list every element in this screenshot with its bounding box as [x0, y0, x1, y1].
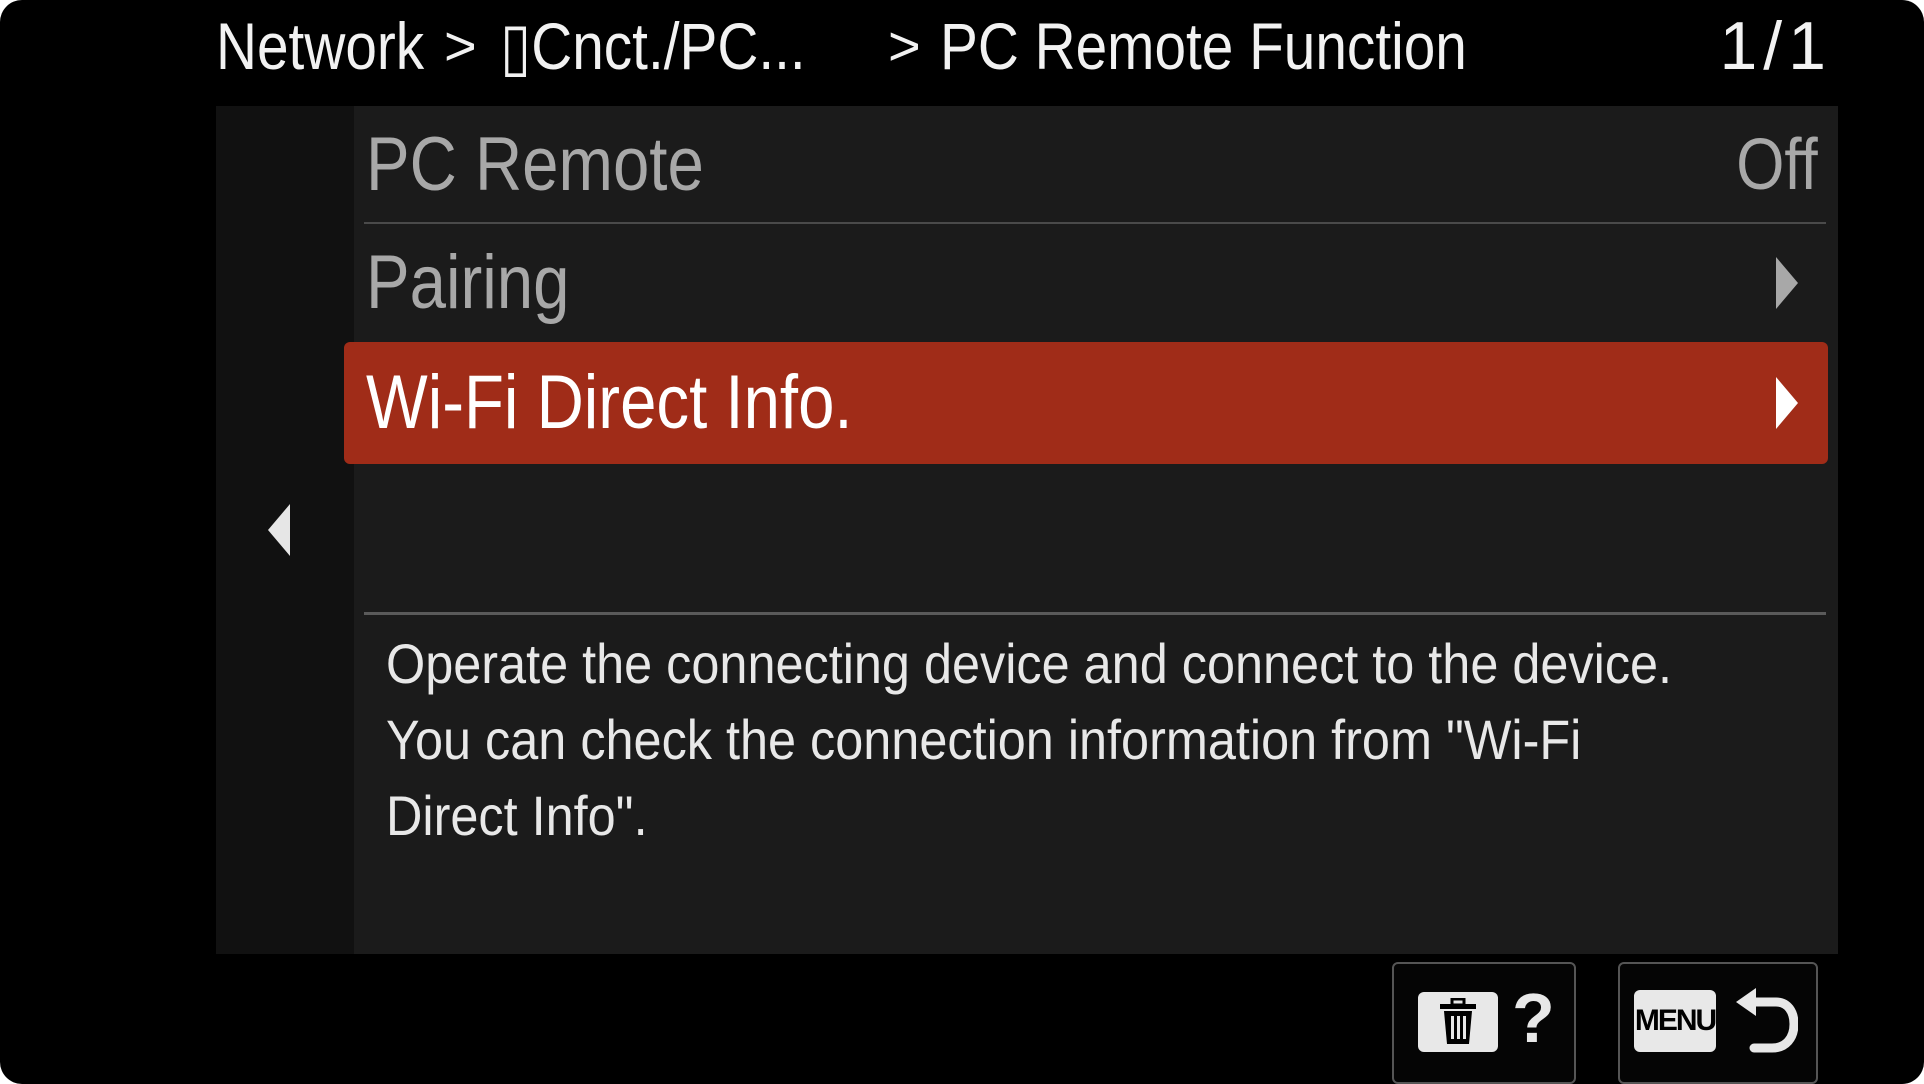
- page-indicator: 1/1: [1719, 8, 1832, 84]
- menu-item-label: Wi-Fi Direct Info.: [366, 360, 853, 445]
- trash-icon: [1418, 992, 1498, 1052]
- page-title: PC Remote Function: [940, 9, 1467, 83]
- description-line: Direct Info".: [386, 784, 648, 847]
- breadcrumb-cnct-pc[interactable]: ▯Cnct./PC...: [500, 4, 806, 88]
- camera-screen: Network > ▯Cnct./PC... > PC Remote Funct…: [0, 0, 1924, 1084]
- menu-item-label: Pairing: [366, 240, 570, 325]
- menu-return-button[interactable]: MENU: [1618, 962, 1818, 1084]
- description-line: Operate the connecting device and connec…: [386, 632, 1673, 695]
- return-icon: [1736, 988, 1798, 1053]
- menu-panel: PC Remote Off Pairing Wi-Fi Direct Info.…: [344, 106, 1838, 954]
- right-arrow-icon: [1776, 377, 1798, 429]
- menu-item-pc-remote[interactable]: PC Remote Off: [354, 106, 1838, 224]
- device-icon: ▯: [500, 9, 532, 83]
- description-divider: [364, 612, 1826, 615]
- breadcrumb-separator: >: [888, 14, 921, 77]
- left-arrow-icon[interactable]: [268, 504, 290, 556]
- right-arrow-icon: [1776, 257, 1798, 309]
- description-line: You can check the connection information…: [386, 708, 1582, 771]
- help-icon: ?: [1512, 979, 1555, 1057]
- breadcrumb-separator: >: [444, 14, 477, 77]
- menu-item-value: Off: [1736, 125, 1818, 205]
- menu-item-pairing[interactable]: Pairing: [354, 224, 1838, 342]
- header: Network > ▯Cnct./PC... > PC Remote Funct…: [0, 0, 1924, 100]
- delete-help-button[interactable]: ?: [1392, 962, 1576, 1084]
- breadcrumb-network[interactable]: Network: [216, 4, 424, 88]
- menu-key-label: MENU: [1634, 990, 1717, 1052]
- breadcrumb-cnct-pc-label: Cnct./PC...: [531, 9, 806, 83]
- help-description: Operate the connecting device and connec…: [386, 626, 1786, 854]
- menu-item-wifi-direct-info[interactable]: Wi-Fi Direct Info.: [344, 342, 1828, 464]
- menu-item-label: PC Remote: [366, 122, 704, 207]
